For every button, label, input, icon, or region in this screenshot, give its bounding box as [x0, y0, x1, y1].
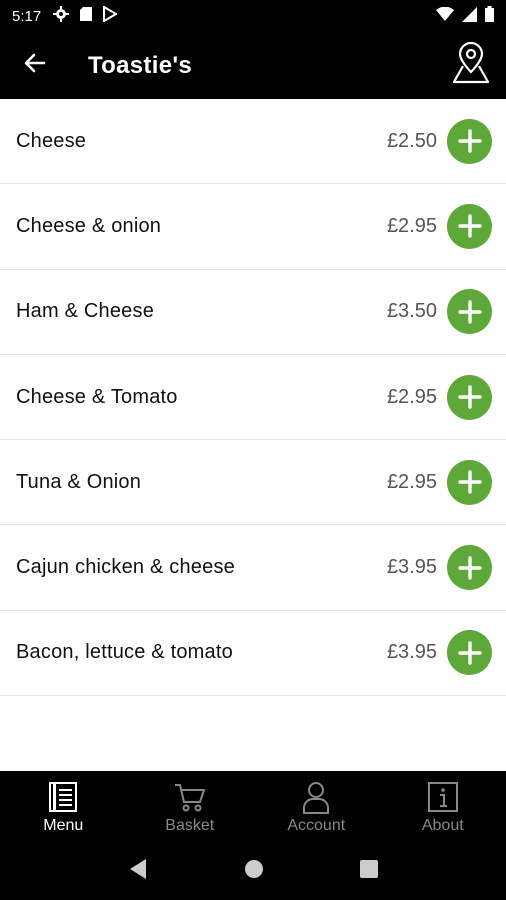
page-title: Toastie's	[88, 51, 192, 79]
add-to-basket-button[interactable]	[447, 289, 492, 335]
nav-item-basket[interactable]: Basket	[127, 771, 254, 843]
plus-icon	[457, 470, 482, 495]
menu-book-icon	[47, 779, 79, 815]
info-icon	[427, 779, 459, 815]
menu-list: Cheese £2.50 Cheese & onion £2.95 Ham & …	[0, 99, 506, 697]
item-price: £2.95	[386, 385, 437, 408]
sd-card-icon	[79, 6, 93, 26]
status-bar: 5:17	[0, 0, 506, 32]
status-left-icons	[53, 5, 119, 26]
wifi-icon	[436, 6, 454, 25]
app-bar: Toastie's	[0, 32, 506, 99]
nav-label: Menu	[43, 817, 84, 834]
map-location-icon	[451, 41, 491, 89]
item-name: Tuna & Onion	[16, 470, 142, 493]
back-triangle-icon[interactable]	[128, 858, 148, 885]
battery-icon	[485, 6, 494, 26]
nav-label: About	[421, 817, 464, 834]
person-icon	[301, 779, 331, 815]
system-nav-bar	[0, 843, 506, 900]
list-item[interactable]: Cheese & onion £2.95	[0, 184, 506, 270]
list-item[interactable]: Cajun chicken & cheese £3.95	[0, 525, 506, 611]
nav-label: Account	[287, 817, 346, 834]
status-right-icons	[436, 6, 494, 26]
list-item[interactable]: Ham & Cheese £3.50	[0, 270, 506, 355]
back-button[interactable]	[0, 32, 70, 99]
add-to-basket-button[interactable]	[447, 203, 492, 249]
nav-label: Basket	[165, 817, 215, 834]
cell-signal-icon	[462, 6, 477, 26]
plus-icon	[457, 555, 482, 580]
nav-item-account[interactable]: Account	[253, 771, 380, 843]
add-to-basket-button[interactable]	[447, 118, 492, 164]
plus-icon	[457, 385, 482, 409]
item-price: £2.50	[386, 129, 437, 152]
item-price: £3.95	[386, 641, 437, 664]
item-name: Ham & Cheese	[16, 300, 155, 323]
item-price: £3.50	[386, 300, 437, 323]
plus-icon	[457, 641, 482, 665]
settings-icon	[53, 6, 70, 26]
plus-icon	[457, 214, 482, 239]
nav-item-menu[interactable]: Menu	[0, 771, 127, 843]
add-to-basket-button[interactable]	[447, 545, 492, 591]
home-circle-icon[interactable]	[244, 859, 264, 884]
item-price: £2.95	[386, 470, 437, 493]
list-item[interactable]: Tuna & Onion £2.95	[0, 440, 506, 526]
bottom-nav: Menu Basket Account About	[0, 771, 506, 843]
item-name: Cheese & onion	[16, 214, 162, 237]
add-to-basket-button[interactable]	[447, 630, 492, 676]
item-name: Cajun chicken & cheese	[16, 556, 235, 579]
item-price: £2.95	[386, 214, 437, 237]
recents-square-icon[interactable]	[360, 860, 378, 883]
arrow-left-icon	[23, 51, 47, 80]
plus-icon	[457, 300, 482, 324]
item-name: Cheese & Tomato	[16, 385, 178, 408]
status-time: 5:17	[12, 7, 42, 25]
add-to-basket-button[interactable]	[447, 459, 492, 505]
plus-icon	[457, 129, 482, 153]
item-name: Cheese	[16, 129, 87, 152]
cart-icon	[173, 779, 207, 815]
list-item[interactable]: Cheese £2.50	[0, 99, 506, 185]
location-button[interactable]	[436, 32, 506, 99]
item-price: £3.95	[386, 556, 437, 579]
add-to-basket-button[interactable]	[447, 374, 492, 420]
item-name: Bacon, lettuce & tomato	[16, 641, 233, 664]
list-item[interactable]: Bacon, lettuce & tomato £3.95	[0, 611, 506, 697]
play-store-icon	[103, 5, 119, 26]
nav-item-about[interactable]: About	[380, 771, 506, 843]
list-item[interactable]: Cheese & Tomato £2.95	[0, 355, 506, 441]
